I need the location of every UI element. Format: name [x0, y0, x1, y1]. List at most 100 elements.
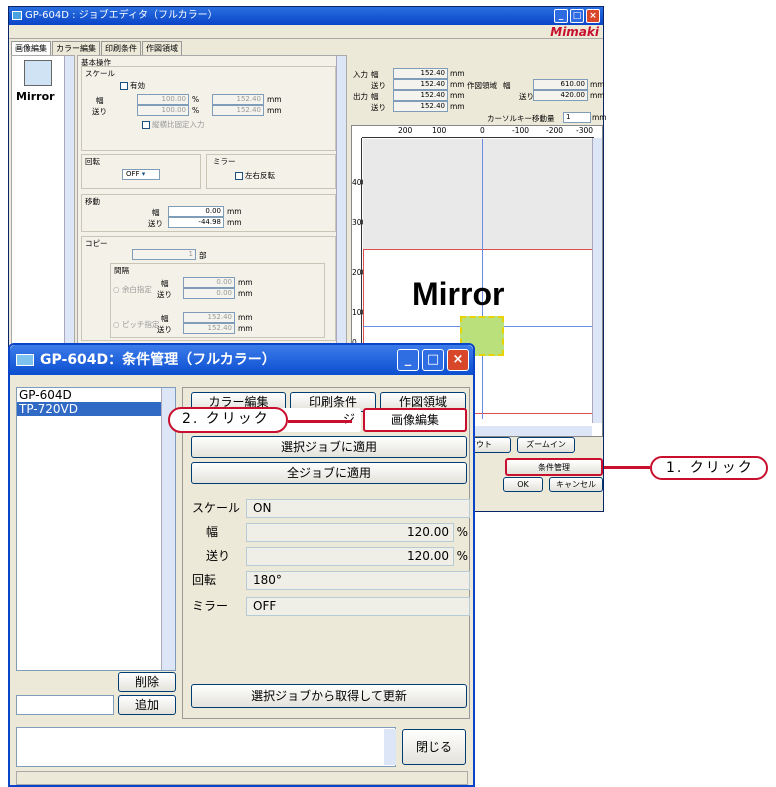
mm-unit: mm: [450, 102, 465, 111]
move-feed-label: 送り: [148, 219, 163, 228]
rotate-select[interactable]: OFF ▾: [122, 169, 160, 180]
margin-spec-radio[interactable]: ○ 余白指定: [113, 284, 152, 295]
copy-group: コピー 1 部 間隔 ○ 余白指定 ○ ピッチ指定 幅 送り 0.00 0.00…: [81, 236, 336, 341]
copy-label: コピー: [85, 239, 108, 248]
tab-print-condition[interactable]: 印刷条件: [101, 41, 141, 55]
rotate-row-label: 回転: [192, 573, 217, 587]
tab-color-edit[interactable]: カラー編集: [52, 41, 100, 55]
message-scrollbar[interactable]: [384, 729, 396, 765]
settings-panel: 基本操作 スケール 有効 幅 送り 100.00 % 100.00 % 152.…: [77, 55, 347, 345]
ok-button[interactable]: OK: [503, 477, 543, 492]
canvas-vscrollbar[interactable]: [592, 138, 602, 423]
message-area: [16, 727, 396, 767]
scale-enable-checkbox[interactable]: [120, 82, 128, 90]
scale-row-value: ON: [246, 499, 470, 518]
move-group: 移動 幅 送り 0.00 -44.98 mm mm: [81, 194, 336, 232]
pitch-width-field[interactable]: 152.40: [183, 312, 235, 323]
pitch-feed-label: 送り: [157, 325, 172, 334]
output-feed-label: 送り: [371, 103, 386, 112]
rotate-label: 回転: [85, 157, 100, 166]
mm-unit: mm: [592, 113, 607, 122]
pct-unit: %: [192, 95, 200, 104]
tab-image-edit[interactable]: 画像編集: [11, 41, 51, 55]
thumbnail-label: Mirror: [16, 90, 55, 103]
area-feed-value: 420.00: [533, 90, 588, 101]
width-row-unit: %: [456, 525, 468, 539]
mirror-row: ミラー OFF: [190, 595, 470, 617]
pitch-feed-field[interactable]: 152.40: [183, 323, 235, 334]
close-icon[interactable]: ×: [447, 349, 469, 371]
image-thumbnail[interactable]: [24, 60, 52, 86]
list-item-selected[interactable]: TP-720VD: [17, 402, 175, 416]
zoom-in-button[interactable]: ズームイン: [517, 437, 575, 453]
tab-image-edit[interactable]: 画像編集: [363, 408, 467, 432]
canvas-mirror-text: Mirror: [412, 276, 505, 312]
move-feed-field[interactable]: -44.98: [168, 217, 224, 228]
input-feed-label: 送り: [371, 81, 386, 90]
mm-unit: mm: [450, 69, 465, 78]
cursor-step-label: カーソルキー移動量: [487, 114, 555, 123]
callout-1-line: [604, 466, 650, 469]
horizontal-ruler: 200 100 0 -100 -200 -300: [362, 126, 594, 138]
condition-manage-button[interactable]: 条件管理: [505, 458, 603, 476]
cancel-button[interactable]: キャンセル: [549, 477, 603, 492]
add-button[interactable]: 追加: [118, 695, 176, 715]
list-item[interactable]: GP-604D: [17, 388, 175, 402]
scale-enable-label: 有効: [130, 81, 145, 90]
margin-width-label: 幅: [161, 279, 169, 288]
rotate-row: 回転 180°: [190, 569, 470, 591]
close-icon[interactable]: ×: [586, 9, 600, 23]
mirror-row-value: OFF: [246, 597, 470, 616]
scale-width-pct-field[interactable]: 100.00: [137, 94, 189, 105]
canvas-gray-area: [363, 139, 593, 249]
scale-feed-mm-field[interactable]: 152.40: [212, 105, 264, 116]
apply-selected-job-button[interactable]: 選択ジョブに適用: [191, 436, 467, 458]
mirror-group: ミラー 左右反転: [206, 154, 336, 189]
maximize-icon[interactable]: □: [570, 9, 584, 23]
keep-ratio-checkbox[interactable]: [142, 121, 150, 129]
tab-plot-area[interactable]: 作図領域: [142, 41, 182, 55]
minimize-icon[interactable]: _: [397, 349, 419, 371]
scale-feed-label: 送り: [92, 107, 107, 116]
feed-row: 送り 120.00%: [190, 545, 470, 567]
settings-scrollbar[interactable]: [336, 56, 346, 344]
interval-group: 間隔 ○ 余白指定 ○ ピッチ指定 幅 送り 0.00 0.00 mm mm 幅…: [110, 263, 325, 338]
condition-list[interactable]: GP-604D TP-720VD: [16, 387, 176, 671]
minimize-icon[interactable]: _: [554, 9, 568, 23]
move-width-field[interactable]: 0.00: [168, 206, 224, 217]
lr-flip-checkbox[interactable]: [235, 172, 243, 180]
apply-all-jobs-button[interactable]: 全ジョブに適用: [191, 462, 467, 484]
close-button[interactable]: 閉じる: [402, 729, 466, 765]
callout-step-2: 2. クリック: [168, 407, 288, 433]
cursor-step-select[interactable]: 1: [563, 112, 591, 123]
margin-feed-field[interactable]: 0.00: [183, 288, 235, 299]
update-from-selected-job-button[interactable]: 選択ジョブから取得して更新: [191, 684, 467, 708]
mirror-label: ミラー: [213, 157, 236, 166]
width-row-label: 幅: [206, 525, 219, 539]
scale-width-mm-field[interactable]: 152.40: [212, 94, 264, 105]
scale-group: スケール 有効 幅 送り 100.00 % 100.00 % 152.40 mm…: [81, 66, 336, 151]
margin-width-field[interactable]: 0.00: [183, 277, 235, 288]
output-label: 出力: [353, 92, 368, 101]
cursor-step-value: 1: [566, 113, 571, 121]
maximize-icon[interactable]: □: [422, 349, 444, 371]
name-input[interactable]: [16, 695, 114, 715]
scale-feed-pct-field[interactable]: 100.00: [137, 105, 189, 116]
mm-unit: mm: [590, 91, 605, 100]
input-width-value: 152.40: [393, 68, 448, 79]
scale-width-label: 幅: [96, 96, 104, 105]
width-row-value: 120.00: [246, 523, 454, 542]
size-info: 入力 幅 送り 152.40 152.40 出力 幅 送り 152.40 152…: [351, 67, 607, 123]
mirror-row-label: ミラー: [192, 599, 229, 613]
delete-button[interactable]: 削除: [118, 672, 176, 692]
callout-2-line: [288, 420, 352, 423]
ruler-tick-label: 100: [432, 126, 447, 135]
dialog-title: GP-604D：条件管理（フルカラー）: [40, 352, 276, 368]
thumbnail-list[interactable]: Mirror: [11, 55, 75, 345]
copy-count-field[interactable]: 1: [132, 249, 196, 260]
mm-unit: mm: [238, 289, 253, 298]
ruler-tick-label: -100: [512, 126, 530, 135]
mm-unit: mm: [238, 278, 253, 287]
pitch-spec-radio[interactable]: ○ ピッチ指定: [113, 319, 159, 330]
thumbnail-scrollbar[interactable]: [64, 56, 74, 344]
